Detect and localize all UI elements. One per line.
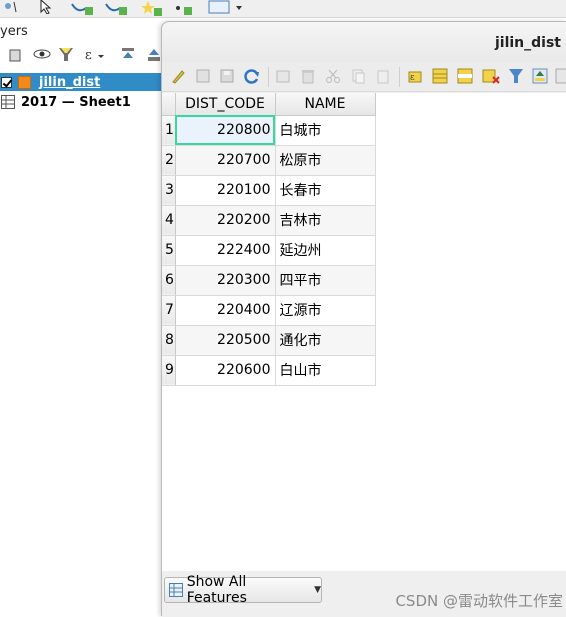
add-star-icon[interactable] xyxy=(140,0,164,16)
dist-code-cell[interactable]: 220400 xyxy=(175,295,276,326)
copy-icon[interactable] xyxy=(350,68,366,84)
eye-icon[interactable] xyxy=(33,47,51,61)
row-number[interactable]: 8 xyxy=(162,325,176,356)
row-number[interactable]: 6 xyxy=(162,265,176,296)
table-row[interactable]: 2 220700 松原市 xyxy=(162,145,376,176)
column-header-dist-code[interactable]: DIST_CODE xyxy=(175,93,276,116)
add-feature-icon[interactable] xyxy=(275,68,291,84)
layer-row-sheet1[interactable]: 2017 — Sheet1 xyxy=(0,93,164,111)
reload-icon[interactable] xyxy=(244,68,260,84)
layers-toolbar: ε xyxy=(0,44,164,66)
name-cell[interactable]: 松原市 xyxy=(275,145,376,176)
corner-header[interactable] xyxy=(162,93,176,116)
row-number[interactable]: 3 xyxy=(162,175,176,206)
attribute-toolbar: ε xyxy=(162,62,566,92)
column-header-name[interactable]: NAME xyxy=(275,93,376,116)
move-selection-top-icon[interactable] xyxy=(532,68,548,84)
dist-code-cell[interactable]: 220600 xyxy=(175,355,276,386)
digitize-options-icon[interactable] xyxy=(208,0,244,16)
name-cell[interactable]: 四平市 xyxy=(275,265,376,296)
table-row[interactable]: 1 220800 白城市 xyxy=(162,115,376,146)
name-cell[interactable]: 通化市 xyxy=(275,325,376,356)
attribute-grid[interactable]: DIST_CODE NAME 1 220800 白城市 2 220700 松原市… xyxy=(162,93,566,571)
name-cell[interactable]: 长春市 xyxy=(275,175,376,206)
row-number[interactable]: 7 xyxy=(162,295,176,326)
attribute-table-window: jilin_dist ε DIST_CODE NAME 1 220800 白城市… xyxy=(161,21,566,617)
expand-all-icon[interactable] xyxy=(120,47,136,63)
bottom-bar: Show All Features ▼ CSDN @雷动软件工作室 xyxy=(162,571,566,617)
deselect-all-icon[interactable] xyxy=(482,68,500,84)
table-row[interactable]: 4 220200 吉林市 xyxy=(162,205,376,236)
row-number[interactable]: 5 xyxy=(162,235,176,266)
main-toolbar xyxy=(0,0,566,18)
table-row[interactable]: 5 222400 延边州 xyxy=(162,235,376,266)
select-all-icon[interactable] xyxy=(432,68,448,84)
collapse-all-icon[interactable] xyxy=(146,47,162,63)
table-row[interactable]: 7 220400 辽源市 xyxy=(162,295,376,326)
table-row[interactable]: 6 220300 四平市 xyxy=(162,265,376,296)
table-row[interactable]: 8 220500 通化市 xyxy=(162,325,376,356)
expression-filter-icon[interactable]: ε xyxy=(84,47,106,63)
filter-icon[interactable] xyxy=(58,47,76,63)
node-tool-icon[interactable] xyxy=(2,0,18,14)
delete-feature-icon[interactable] xyxy=(300,68,316,84)
select-by-expression-icon[interactable]: ε xyxy=(407,68,425,84)
filter-selected-icon[interactable] xyxy=(508,68,524,84)
layer-visibility-checkbox[interactable] xyxy=(1,76,12,88)
select-cursor-icon[interactable] xyxy=(38,0,56,14)
table-icon xyxy=(169,583,183,597)
table-row[interactable]: 3 220100 长春市 xyxy=(162,175,376,206)
table-layer-icon xyxy=(1,95,15,109)
multi-edit-icon[interactable] xyxy=(195,68,211,84)
layers-panel-title: yers xyxy=(0,24,28,39)
add-part-icon[interactable] xyxy=(104,0,130,16)
row-number[interactable]: 9 xyxy=(162,355,176,386)
name-cell[interactable]: 吉林市 xyxy=(275,205,376,236)
layer-style-icon[interactable] xyxy=(8,47,22,63)
dist-code-cell[interactable]: 220100 xyxy=(175,175,276,206)
chevron-down-icon: ▼ xyxy=(314,585,321,595)
toggle-editing-icon[interactable] xyxy=(170,68,186,84)
row-number[interactable]: 2 xyxy=(162,145,176,176)
layer-name: jilin_dist xyxy=(39,74,101,90)
show-all-features-label: Show All Features xyxy=(186,574,247,606)
add-point-icon[interactable] xyxy=(172,0,194,16)
show-all-features-button[interactable]: Show All Features ▼ xyxy=(164,574,322,606)
svg-text:ε: ε xyxy=(410,73,415,83)
dist-code-cell[interactable]: 220500 xyxy=(175,325,276,356)
layer-row-jilin-dist[interactable]: jilin_dist xyxy=(0,73,164,91)
svg-text:ε: ε xyxy=(85,48,92,63)
name-cell[interactable]: 辽源市 xyxy=(275,295,376,326)
window-titlebar[interactable]: jilin_dist xyxy=(162,22,566,62)
name-cell[interactable]: 延边州 xyxy=(275,235,376,266)
dist-code-cell[interactable]: 220200 xyxy=(175,205,276,236)
layers-panel: yers ε jilin_dist 2017 — Sheet1 xyxy=(0,18,164,616)
dist-code-cell[interactable]: 222400 xyxy=(175,235,276,266)
pan-to-selected-icon[interactable] xyxy=(555,68,566,84)
table-row[interactable]: 9 220600 白山市 xyxy=(162,355,376,386)
name-cell[interactable]: 白山市 xyxy=(275,355,376,386)
dist-code-cell[interactable]: 220300 xyxy=(175,265,276,296)
watermark: CSDN @雷动软件工作室 xyxy=(395,592,563,610)
layer-name: 2017 — Sheet1 xyxy=(21,94,131,110)
row-number[interactable]: 4 xyxy=(162,205,176,236)
paste-icon[interactable] xyxy=(375,68,391,84)
dist-code-cell[interactable]: 220800 xyxy=(175,115,276,146)
name-cell[interactable]: 白城市 xyxy=(275,115,376,146)
layer-symbol-swatch xyxy=(18,75,31,89)
dist-code-cell[interactable]: 220700 xyxy=(175,145,276,176)
invert-selection-icon[interactable] xyxy=(457,68,473,84)
window-title: jilin_dist xyxy=(494,35,561,51)
attribute-table[interactable]: DIST_CODE NAME 1 220800 白城市 2 220700 松原市… xyxy=(162,93,376,386)
save-edits-icon[interactable] xyxy=(219,68,235,84)
toolbar-separator xyxy=(399,67,400,87)
toolbar-separator xyxy=(268,67,269,87)
cut-icon[interactable] xyxy=(325,68,341,84)
add-ring-icon[interactable] xyxy=(70,0,96,16)
row-number[interactable]: 1 xyxy=(162,115,176,146)
